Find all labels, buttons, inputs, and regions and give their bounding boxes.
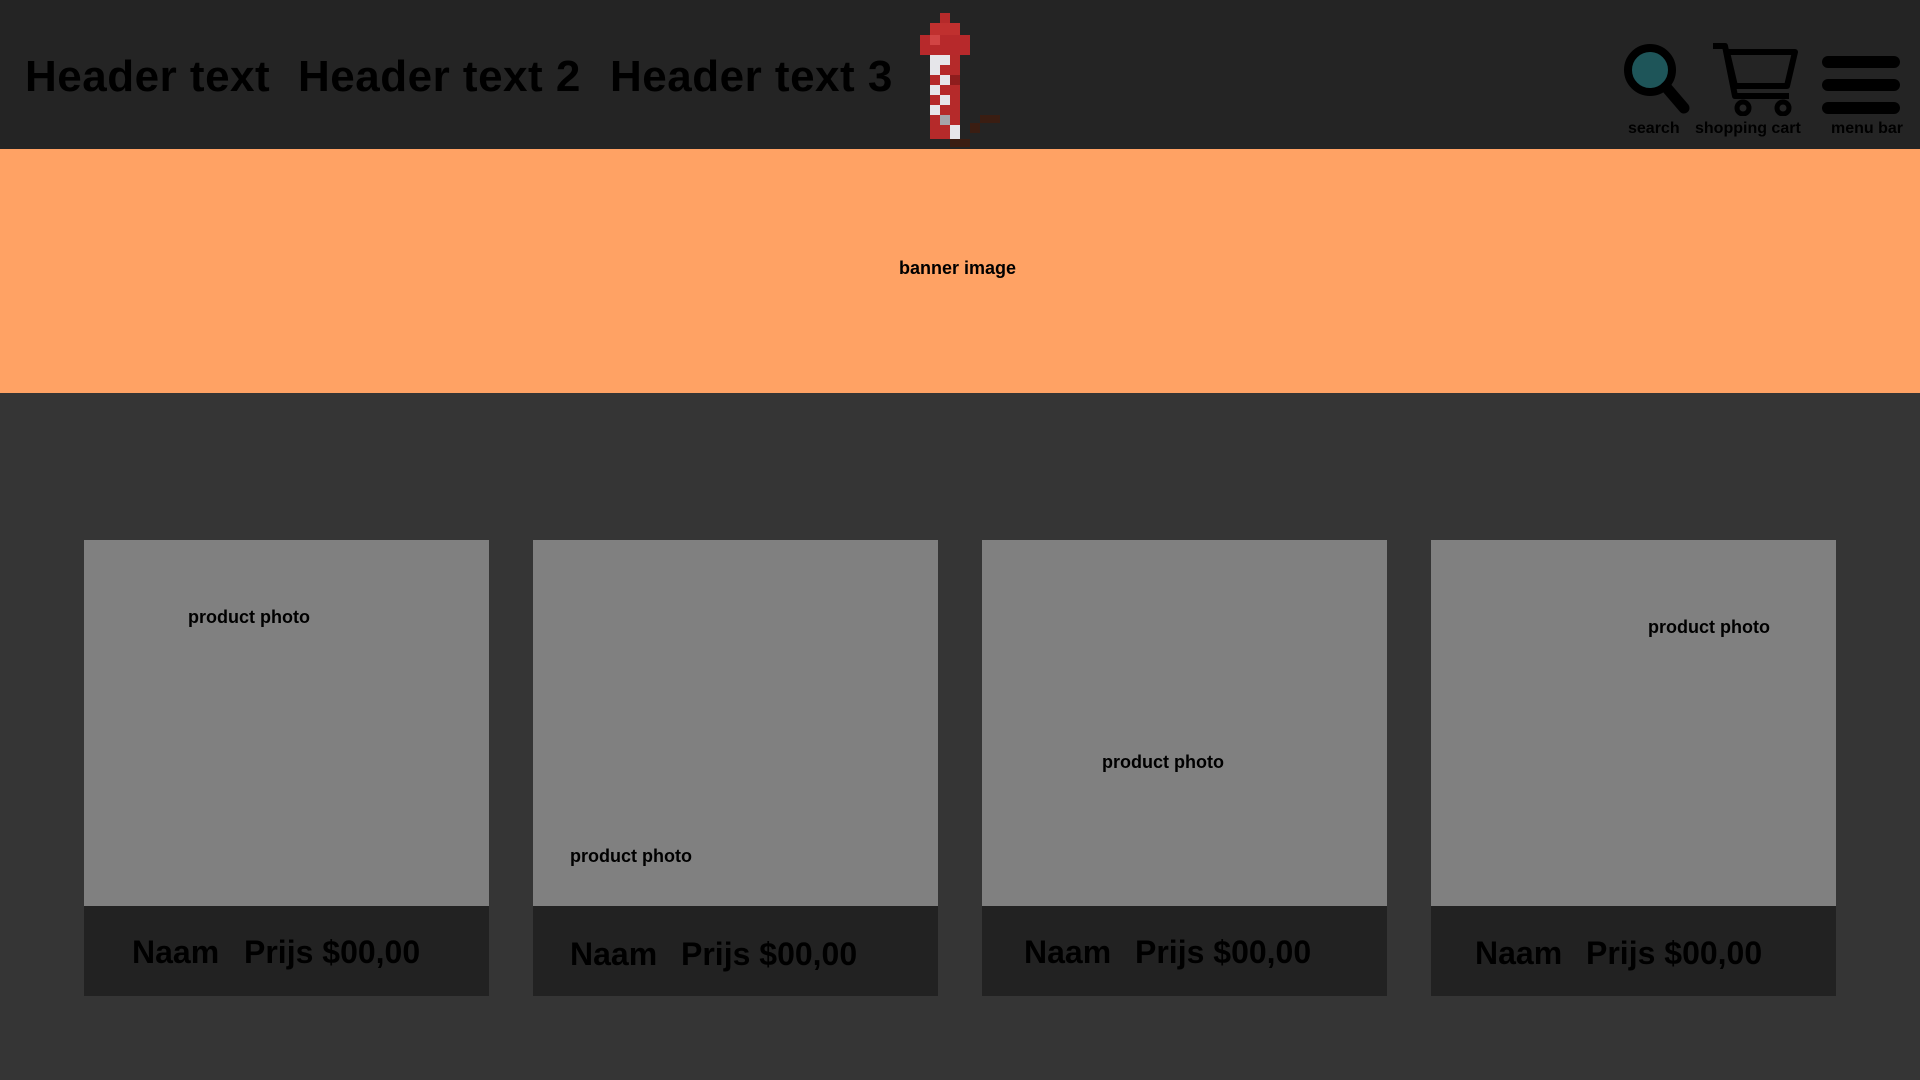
product-card[interactable]: product photo Naam Prijs $00,00 xyxy=(84,540,489,996)
header-link-3[interactable]: Header text 3 xyxy=(610,50,893,104)
banner-label: banner image xyxy=(899,258,1017,278)
search-icon xyxy=(1624,44,1690,114)
product-card[interactable]: product photo Naam Prijs $00,00 xyxy=(982,540,1387,996)
header-link-2[interactable]: Header text 2 xyxy=(298,50,581,104)
product-info: Naam Prijs $00,00 xyxy=(533,906,938,996)
product-name: Naam xyxy=(132,934,220,970)
shopping-cart-button[interactable] xyxy=(1711,40,1799,116)
product-name: Naam xyxy=(1024,934,1112,970)
menu-bar-label: menu bar xyxy=(1831,120,1904,137)
product-price: Prijs $00,00 xyxy=(244,934,421,970)
product-photo-label: product photo xyxy=(188,607,310,627)
product-price: Prijs $00,00 xyxy=(1586,935,1763,971)
product-name: Naam xyxy=(1475,935,1563,971)
hamburger-menu-icon xyxy=(1822,56,1900,114)
product-card[interactable]: product photo Naam Prijs $00,00 xyxy=(1431,540,1836,996)
shopping-cart-icon xyxy=(1713,43,1798,116)
menu-button[interactable] xyxy=(1820,54,1902,116)
product-photo[interactable]: product photo xyxy=(533,540,938,906)
search-button[interactable] xyxy=(1624,42,1690,114)
product-photo-label: product photo xyxy=(570,846,692,866)
product-photo[interactable]: product photo xyxy=(982,540,1387,906)
product-price: Prijs $00,00 xyxy=(1135,934,1312,970)
product-photo[interactable]: product photo xyxy=(1431,540,1836,906)
product-photo[interactable]: product photo xyxy=(84,540,489,906)
product-info: Naam Prijs $00,00 xyxy=(1431,906,1836,996)
product-info: Naam Prijs $00,00 xyxy=(982,906,1387,996)
site-header: Header text Header text 2 Header text 3 … xyxy=(0,0,1920,149)
product-photo-label: product photo xyxy=(1648,617,1770,637)
search-label: search xyxy=(1628,120,1680,137)
shopping-cart-label: shopping cart xyxy=(1695,120,1801,137)
firework-rocket-logo xyxy=(920,13,1000,147)
product-price: Prijs $00,00 xyxy=(681,936,858,972)
product-card[interactable]: product photo Naam Prijs $00,00 xyxy=(533,540,938,996)
product-photo-label: product photo xyxy=(1102,752,1224,772)
product-name: Naam xyxy=(570,936,658,972)
header-link-1[interactable]: Header text xyxy=(25,50,270,104)
product-info: Naam Prijs $00,00 xyxy=(84,906,489,996)
